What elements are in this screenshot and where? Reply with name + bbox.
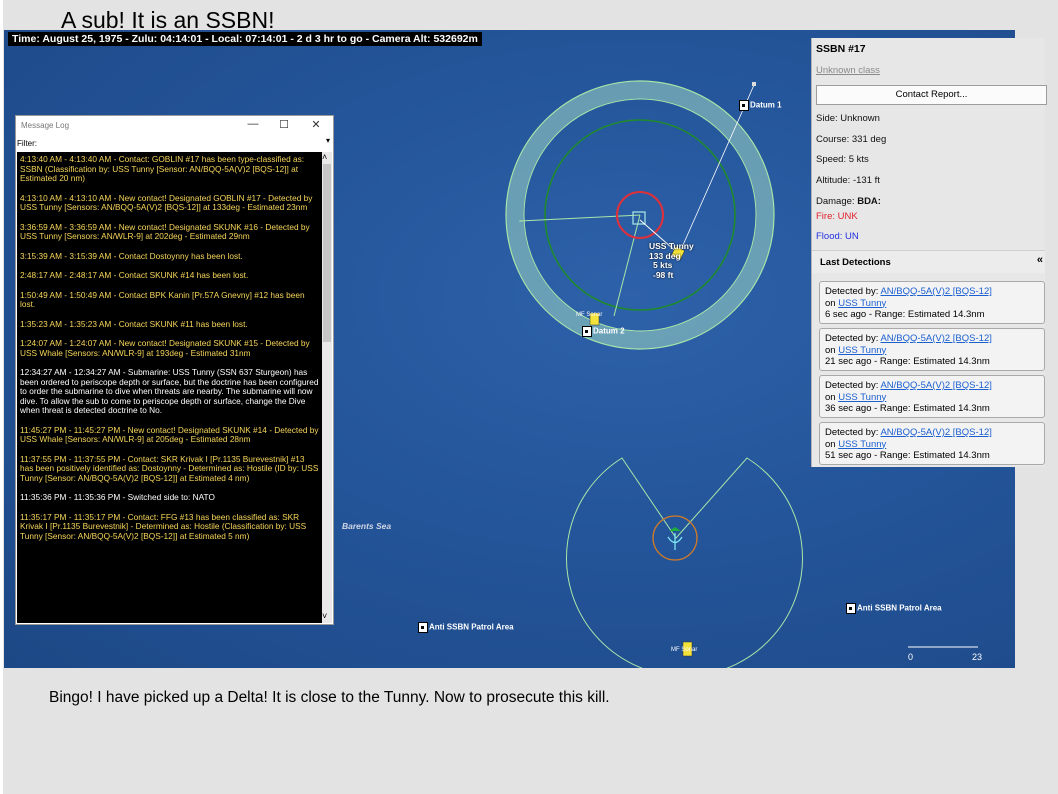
detection-card: Detected by: AN/BQQ-5A(V)2 [BQS-12] on US… (819, 328, 1045, 371)
log-message: 12:34:27 AM - 12:34:27 AM - Submarine: U… (20, 367, 319, 415)
chevron-down-icon: ▾ (325, 136, 330, 145)
flood-field: Flood: UN (816, 231, 859, 242)
unit-link[interactable]: USS Tunny (838, 439, 886, 450)
damage-field: Damage: BDA: (816, 196, 881, 207)
log-message: 3:36:59 AM - 3:36:59 AM - New contact! D… (20, 221, 310, 241)
log-message: 2:48:17 AM - 2:48:17 AM - Contact SKUNK … (20, 270, 249, 280)
patrol-area-label[interactable]: Anti SSBN Patrol Area (846, 603, 942, 614)
unit-label[interactable]: USS Tunny 133 deg 5 kts -98 ft (649, 241, 694, 280)
contact-report-button[interactable]: Contact Report... (816, 85, 1047, 105)
unit-link[interactable]: USS Tunny (838, 392, 886, 403)
altitude-field: Altitude: -131 ft (816, 175, 880, 186)
detection-time: 36 sec ago - Range: Estimated 14.3nm (825, 403, 990, 414)
sensor-link[interactable]: AN/BQQ-5A(V)2 [BQS-12] (880, 380, 991, 391)
contact-title: SSBN #17 (816, 43, 866, 55)
scroll-up-icon[interactable]: ˄ (322, 152, 327, 162)
scale-start: 0 (908, 652, 914, 662)
detection-card: Detected by: AN/BQQ-5A(V)2 [BQS-12] on US… (819, 375, 1045, 418)
message-log-scrollbar[interactable]: ˄ ˅ (322, 152, 332, 623)
scale-end: 23 (972, 652, 983, 662)
trident-icon (667, 533, 683, 550)
close-button[interactable]: ✕ (309, 118, 323, 131)
last-detections-header[interactable]: Last Detections « (812, 250, 1045, 273)
side-field: Side: Unknown (816, 113, 880, 124)
detection-time: 6 sec ago - Range: Estimated 14.3nm (825, 309, 985, 320)
mf-sonar-label: MF Sonar (671, 647, 698, 653)
lock-icon (418, 622, 428, 633)
detection-sensor-line: Detected by: AN/BQQ-5A(V)2 [BQS-12] (825, 286, 992, 297)
speed-field: Speed: 5 kts (816, 154, 869, 165)
unit-depth: -98 ft (653, 269, 674, 280)
lock-icon (739, 100, 749, 111)
log-message: 11:45:27 PM - 11:45:27 PM - New contact!… (20, 424, 319, 444)
datum-point (752, 82, 756, 86)
detection-sensor-line: Detected by: AN/BQQ-5A(V)2 [BQS-12] (825, 333, 992, 344)
sensor-link[interactable]: AN/BQQ-5A(V)2 [BQS-12] (880, 286, 991, 297)
mf-sonar-label: MF Sonar (576, 312, 603, 318)
detection-unit-line: on USS Tunny (825, 438, 887, 450)
detection-unit-line: on USS Tunny (825, 297, 887, 309)
class-link[interactable]: Unknown class (816, 65, 880, 76)
detection-card: Detected by: AN/BQQ-5A(V)2 [BQS-12] on US… (819, 422, 1045, 465)
log-message: 1:24:07 AM - 1:24:07 AM - New contact! D… (20, 338, 310, 358)
log-message: 11:35:36 PM - 11:35:36 PM - Switched sid… (20, 492, 215, 502)
log-message: 1:35:23 AM - 1:35:23 AM - Contact SKUNK … (20, 318, 248, 329)
message-log-window[interactable]: Message Log — ☐ ✕ Filter: ▾ 4:13:40 AM -… (15, 115, 334, 625)
minimize-button[interactable]: — (246, 118, 260, 130)
time-bar: Time: August 25, 1975 - Zulu: 04:14:01 -… (8, 32, 482, 46)
detection-unit-line: on USS Tunny (825, 344, 887, 356)
filter-label: Filter: (17, 139, 37, 148)
log-message: 11:37:55 PM - 11:37:55 PM - Contact: SKR… (20, 453, 319, 483)
log-message: 1:50:49 AM - 1:50:49 AM - Contact BPK Ka… (20, 289, 305, 309)
detection-time: 51 sec ago - Range: Estimated 14.3nm (825, 450, 990, 461)
sensor-link[interactable]: AN/BQQ-5A(V)2 [BQS-12] (880, 427, 991, 438)
sonar-sector (566, 457, 803, 668)
detection-unit-line: on USS Tunny (825, 391, 887, 403)
log-message: 11:35:17 PM - 11:35:17 PM - Contact: FFG… (20, 511, 307, 541)
fire-field: Fire: UNK (816, 211, 858, 222)
detection-sensor-line: Detected by: AN/BQQ-5A(V)2 [BQS-12] (825, 427, 992, 438)
scroll-down-icon[interactable]: ˅ (322, 611, 327, 621)
detection-sensor-line: Detected by: AN/BQQ-5A(V)2 [BQS-12] (825, 380, 992, 391)
message-list[interactable]: 4:13:40 AM - 4:13:40 AM - Contact: GOBLI… (17, 152, 322, 623)
sub-heading (669, 527, 681, 531)
sea-label: Barents Sea (342, 521, 392, 531)
detection-card: Detected by: AN/BQQ-5A(V)2 [BQS-12] on US… (819, 281, 1045, 324)
datum-2-label[interactable]: Datum 2 (582, 326, 625, 337)
message-log-title: Message Log (21, 121, 70, 130)
detection-time: 21 sec ago - Range: Estimated 14.3nm (825, 356, 990, 367)
lock-icon (582, 326, 592, 337)
sensor-link[interactable]: AN/BQQ-5A(V)2 [BQS-12] (880, 333, 991, 344)
log-message: 4:13:10 AM - 4:13:10 AM - New contact! D… (20, 192, 313, 212)
patrol-area-label[interactable]: Anti SSBN Patrol Area (418, 622, 514, 633)
message-log-titlebar[interactable]: Message Log — ☐ ✕ (16, 116, 333, 135)
slide-caption: Bingo! I have picked up a Delta! It is c… (49, 689, 610, 706)
lock-icon (846, 603, 856, 614)
collapse-icon[interactable]: « (1037, 254, 1043, 266)
course-field: Course: 331 deg (816, 134, 887, 145)
maximize-button[interactable]: ☐ (277, 118, 291, 131)
filter-dropdown[interactable]: ▾ (44, 136, 331, 149)
unit-link[interactable]: USS Tunny (838, 345, 886, 356)
scrollbar-thumb[interactable] (323, 164, 331, 342)
log-message: 4:13:40 AM - 4:13:40 AM - Contact: GOBLI… (20, 154, 305, 183)
unit-link[interactable]: USS Tunny (838, 298, 886, 309)
contact-panel: SSBN #17 Unknown class Contact Report...… (811, 38, 1047, 467)
log-message: 3:15:39 AM - 3:15:39 AM - Contact Dostoy… (20, 250, 243, 261)
datum-1-label[interactable]: Datum 1 (739, 100, 782, 111)
